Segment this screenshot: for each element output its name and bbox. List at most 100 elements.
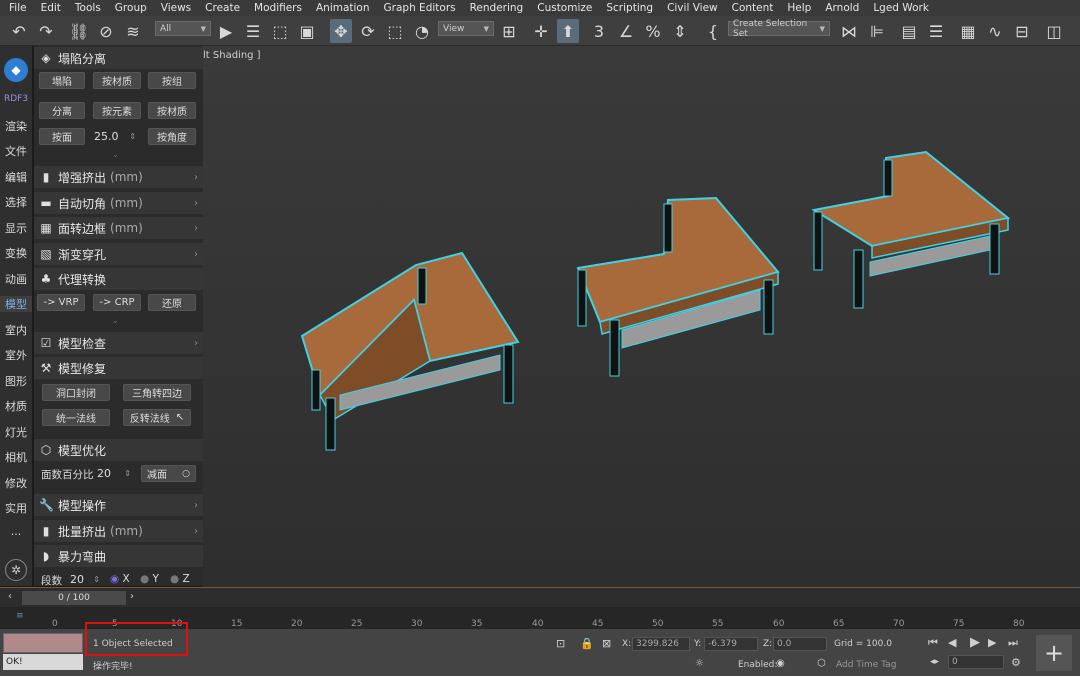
time-config-icon[interactable]: ⚙ [1011,656,1021,669]
go-to-start-icon[interactable]: ⏮ [928,636,938,650]
section-auto-chamfer[interactable]: ▬ 自动切角 (mm) › [34,192,203,214]
spinner-arrows-icon[interactable]: ⇕ [129,132,136,141]
layer-explorer-icon[interactable]: ☰ [925,19,947,43]
pivot-center-icon[interactable]: ⊞ [498,19,520,43]
unlink-icon[interactable]: ⊘ [95,19,117,43]
category-animation[interactable]: 动画 [0,271,32,287]
link-icon[interactable]: ⛓ [68,19,90,43]
absolute-mode-icon[interactable]: ⊠ [602,637,611,650]
y-coordinate-field[interactable]: -6.379 [704,637,758,651]
detach-by-element-button[interactable]: 按元素 [93,102,141,119]
menu-modifiers[interactable]: Modifiers [247,0,309,16]
category-shape[interactable]: 图形 [0,373,32,389]
add-time-tag-button[interactable]: Add Time Tag [836,660,896,670]
x-coordinate-field[interactable]: 3299.826 [632,637,690,651]
collapse-by-material-button[interactable]: 按材质 [93,72,141,89]
category-edit[interactable]: 编辑 [0,169,32,185]
l-shaped-desk-3[interactable] [811,150,1011,309]
enabled-toggle-icon[interactable]: ◉ [776,658,785,669]
to-crp-button[interactable]: -> CRP [93,294,141,311]
menu-rendering[interactable]: Rendering [463,0,531,16]
select-manipulate-icon[interactable]: ✛ [530,19,552,43]
flip-normals-button[interactable]: 反转法线 ↖ [123,409,191,426]
category-utility[interactable]: 实用 [0,500,32,516]
category-model[interactable]: 模型 [0,296,32,312]
collapse-by-group-button[interactable]: 按组 [148,72,196,89]
track-bar-icon[interactable]: ≡ [16,611,24,621]
section-force-bend[interactable]: ◗ 暴力弯曲 [34,545,203,567]
more-categories-button[interactable]: ··· [0,528,32,541]
menu-group[interactable]: Group [108,0,154,16]
named-selection-set-dropdown[interactable]: Create Selection Set ▼ [728,19,830,39]
select-object-icon[interactable]: ▶ [215,19,237,43]
category-render[interactable]: 渲染 [0,118,32,134]
category-file[interactable]: 文件 [0,143,32,159]
category-material[interactable]: 材质 [0,398,32,414]
category-transform[interactable]: 变换 [0,245,32,261]
collapse-button[interactable]: 塌陷 [39,72,85,89]
angle-spinner[interactable]: 25.0 ⇕ [91,128,139,145]
rdf-logo-icon[interactable]: ◆ [4,58,28,82]
by-angle-button[interactable]: 按角度 [148,128,196,145]
by-face-button[interactable]: 按面 [39,128,85,145]
section-gradient-perforation[interactable]: ▧ 渐变穿孔 › [34,243,203,265]
menu-file[interactable]: File [2,0,34,16]
menu-content[interactable]: Content [725,0,781,16]
redo-icon[interactable]: ↷ [35,19,57,43]
category-camera[interactable]: 相机 [0,449,32,465]
reduce-faces-button[interactable]: 减面 ○ [141,465,196,482]
edit-named-selection-icon[interactable]: { [702,19,724,43]
section-model-repair[interactable]: ⚒ 模型修复 [34,357,203,379]
time-slider[interactable]: 0 / 100 [22,591,126,605]
angle-snap-icon[interactable]: ∠ [615,19,637,43]
rect-selection-icon[interactable]: ⬚ [269,19,291,43]
lock-icon[interactable]: 🔒 [580,637,594,650]
play-icon[interactable]: ▶ [970,635,980,650]
menu-scripting[interactable]: Scripting [599,0,660,16]
maxscript-listener-input[interactable] [3,633,83,653]
isolate-selection-icon[interactable]: ⊡ [556,637,565,650]
bind-space-warp-icon[interactable]: ≋ [122,19,144,43]
section-collapse-detach[interactable]: ◈ 塌陷分离 [34,47,203,69]
next-frame-icon[interactable]: ▶ [988,636,996,649]
section-batch-extrude[interactable]: ▮ 批量挤出 (mm) › [34,520,203,542]
category-interior[interactable]: 室内 [0,322,32,338]
menu-edit[interactable]: Edit [34,0,68,16]
select-by-name-icon[interactable]: ☰ [242,19,264,43]
perspective-viewport[interactable]: lt Shading ] [203,46,1080,587]
selection-filter-dropdown[interactable]: All ▼ [155,21,211,36]
time-tag-icon[interactable]: ⬡ [817,658,826,669]
key-mode-icon[interactable]: ◂▸ [930,657,939,667]
restore-button[interactable]: 还原 [148,294,196,311]
section-face-to-frame[interactable]: ▦ 面转边框 (mm) › [34,217,203,239]
placement-icon[interactable]: ◔ [411,19,433,43]
chevron-down-icon[interactable]: ⌄ [112,316,119,325]
close-holes-button[interactable]: 洞口封闭 [42,384,110,401]
to-vrp-button[interactable]: -> VRP [37,294,85,311]
menu-customize[interactable]: Customize [530,0,599,16]
spinner-arrows-icon[interactable]: ⇕ [124,469,131,478]
section-model-operations[interactable]: 🔧 模型操作 › [34,494,203,516]
menu-help[interactable]: Help [780,0,818,16]
align-icon[interactable]: ⊫ [866,19,888,43]
spinner-snap-icon[interactable]: ⇕ [669,19,691,43]
axis-x-radio[interactable]: ◉ X [110,573,130,585]
spinner-arrows-icon[interactable]: ⇕ [93,575,100,584]
material-editor-icon[interactable]: ◫ [1043,19,1065,43]
schematic-view-icon[interactable]: ⊟ [1011,19,1033,43]
undo-icon[interactable]: ↶ [8,19,30,43]
face-percent-spinner[interactable]: 20 ⇕ [94,465,134,482]
percent-snap-icon[interactable]: % [642,19,664,43]
l-shaped-desk-2[interactable] [576,196,780,377]
unify-normals-button[interactable]: 统一法线 [42,409,110,426]
section-model-check[interactable]: ☑ 模型检查 › [34,332,203,354]
rotate-icon[interactable]: ⟳ [357,19,379,43]
segments-spinner[interactable]: 20 ⇕ [67,571,103,588]
menu-lged-work[interactable]: Lged Work [866,0,936,16]
keyboard-shortcut-override-icon[interactable]: ⬆ [557,19,579,43]
reference-coord-dropdown[interactable]: View ▼ [438,21,494,36]
category-display[interactable]: 显示 [0,220,32,236]
l-shaped-desk-1[interactable] [300,251,520,451]
chevron-down-icon[interactable]: ⌄ [112,150,119,159]
settings-gear-icon[interactable]: ✲ [5,559,27,581]
